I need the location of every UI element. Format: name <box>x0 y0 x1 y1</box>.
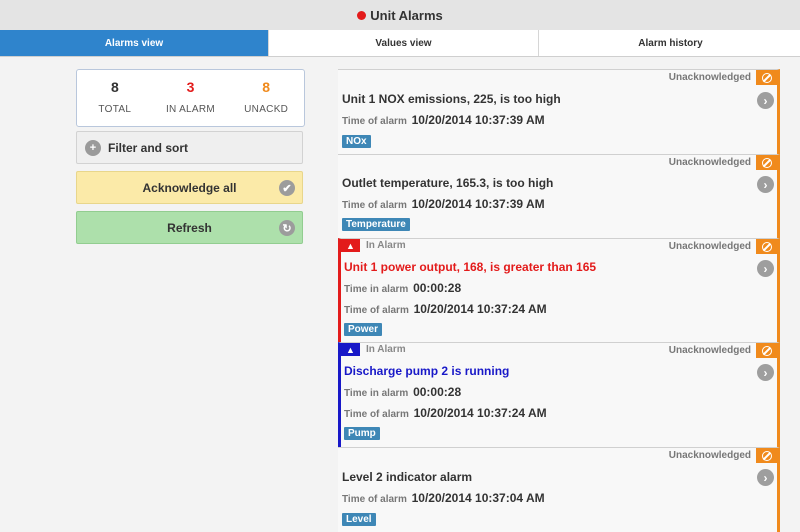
refresh-button[interactable]: Refresh ↻ <box>76 211 303 244</box>
chevron-right-icon[interactable]: › <box>757 92 774 109</box>
unackd-label: UNACKD <box>244 104 289 115</box>
alarm-time: Time of alarm 10/20/2014 10:37:39 AM <box>342 113 545 127</box>
in-alarm-count: 3 <box>186 79 195 95</box>
filter-label: Filter and sort <box>108 140 189 155</box>
alarm-item[interactable]: ▲ In Alarm Unacknowledged › Unit 1 power… <box>338 238 780 342</box>
chevron-right-icon[interactable]: › <box>757 260 774 277</box>
alarm-time: Time of alarm 10/20/2014 10:37:24 AM <box>344 302 547 316</box>
alarm-state: ▲ In Alarm <box>341 343 406 356</box>
alarm-tag[interactable]: Level <box>342 513 376 526</box>
chevron-right-icon[interactable]: › <box>757 364 774 381</box>
chevron-right-icon[interactable]: › <box>757 469 774 486</box>
warning-icon: ▲ <box>341 343 360 356</box>
warning-icon: ▲ <box>341 239 360 252</box>
alarm-duration: Time in alarm 00:00:28 <box>344 281 462 295</box>
alarm-time: Time of alarm 10/20/2014 10:37:24 AM <box>344 406 547 420</box>
unackd-count: 8 <box>262 79 271 95</box>
alarm-item[interactable]: Unacknowledged › Unit 1 NOX emissions, 2… <box>338 69 780 154</box>
plus-icon: + <box>85 139 101 156</box>
alarm-message: Discharge pump 2 is running <box>344 364 510 378</box>
alarm-tag[interactable]: Pump <box>344 427 380 440</box>
status-dot-icon <box>357 10 367 20</box>
refresh-icon: ↻ <box>279 220 295 236</box>
ack-status: Unacknowledged <box>668 72 751 83</box>
alarm-tag[interactable]: Power <box>344 323 383 336</box>
filter-and-sort-button[interactable]: + Filter and sort <box>76 131 303 164</box>
title-bar: Unit Alarms <box>0 0 800 31</box>
chevron-right-icon[interactable]: › <box>757 176 774 193</box>
ack-status: Unacknowledged <box>668 157 751 168</box>
tab-values-view[interactable]: Values view <box>269 30 539 56</box>
alarm-tag[interactable]: Temperature <box>342 218 410 231</box>
alarm-message: Unit 1 power output, 168, is greater tha… <box>344 260 597 274</box>
tab-alarm-history[interactable]: Alarm history <box>539 30 800 56</box>
alarm-item[interactable]: Unacknowledged › Level 2 indicator alarm… <box>338 447 780 532</box>
unacknowledged-icon[interactable] <box>756 155 777 170</box>
total-label: TOTAL <box>98 104 132 115</box>
summary-unackd: 8 UNACKD <box>228 70 304 126</box>
alarm-message: Level 2 indicator alarm <box>342 470 473 484</box>
ack-status: Unacknowledged <box>668 241 751 252</box>
total-count: 8 <box>110 79 119 95</box>
alarm-duration: Time in alarm 00:00:28 <box>344 385 462 399</box>
refresh-label: Refresh <box>167 220 212 235</box>
ack-status: Unacknowledged <box>668 450 751 461</box>
unacknowledged-icon[interactable] <box>756 448 777 463</box>
alarm-item[interactable]: Unacknowledged › Outlet temperature, 165… <box>338 154 780 238</box>
in-alarm-label: IN ALARM <box>165 104 216 115</box>
summary-total: 8 TOTAL <box>77 70 153 126</box>
summary-in-alarm: 3 IN ALARM <box>153 70 229 126</box>
unacknowledged-icon[interactable] <box>756 70 777 85</box>
alarm-summary: 8 TOTAL 3 IN ALARM 8 UNACKD <box>76 69 305 127</box>
alarm-message: Outlet temperature, 165.3, is too high <box>342 176 554 190</box>
unacknowledged-icon[interactable] <box>756 343 777 358</box>
alarm-tag[interactable]: NOx <box>342 135 371 148</box>
tab-alarms-view[interactable]: Alarms view <box>0 30 269 56</box>
alarm-time: Time of alarm 10/20/2014 10:37:39 AM <box>342 197 545 211</box>
alarm-list: Unacknowledged › Unit 1 NOX emissions, 2… <box>338 69 780 532</box>
tab-bar: Alarms view Values view Alarm history <box>0 30 800 57</box>
alarm-state: ▲ In Alarm <box>341 239 406 252</box>
page-title: Unit Alarms <box>370 7 443 23</box>
acknowledge-all-button[interactable]: Acknowledge all ✔ <box>76 171 303 204</box>
alarm-item[interactable]: ▲ In Alarm Unacknowledged › Discharge pu… <box>338 342 780 447</box>
ack-status: Unacknowledged <box>668 345 751 356</box>
checkmark-icon: ✔ <box>279 180 295 196</box>
alarm-message: Unit 1 NOX emissions, 225, is too high <box>342 92 561 106</box>
acknowledge-label: Acknowledge all <box>142 180 237 195</box>
alarm-time: Time of alarm 10/20/2014 10:37:04 AM <box>342 491 545 505</box>
unacknowledged-icon[interactable] <box>756 239 777 254</box>
